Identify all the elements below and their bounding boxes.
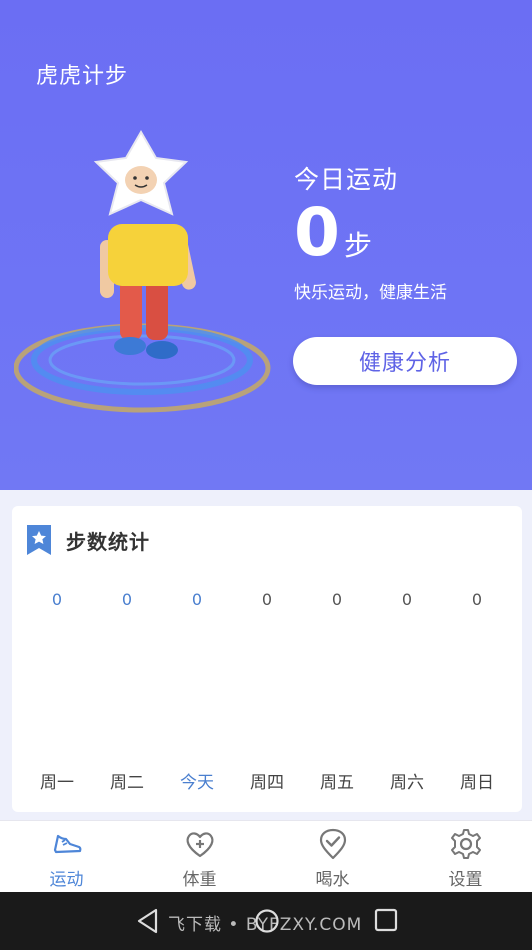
shoe-icon bbox=[53, 834, 81, 854]
day-label-thu: 周四 bbox=[250, 773, 284, 793]
day-label-tue: 周二 bbox=[110, 773, 144, 793]
bottom-tab-bar: 运动 体重 喝水 设置 bbox=[0, 820, 532, 892]
tab-exercise[interactable]: 运动 bbox=[17, 821, 117, 892]
tab-exercise-label: 运动 bbox=[49, 870, 84, 890]
gear-icon bbox=[450, 829, 481, 859]
home-icon[interactable] bbox=[254, 908, 280, 934]
step-value-today: 0 bbox=[191, 590, 203, 609]
slogan-text: 快乐运动，健康生活 bbox=[294, 283, 447, 303]
step-value-sun: 0 bbox=[471, 590, 483, 609]
app-title: 虎虎计步 bbox=[36, 64, 129, 89]
hero-panel: 虎虎计步 今日运动 0 步 快乐运动，健康生活 健康分析 bbox=[0, 0, 532, 490]
tab-weight[interactable]: 体重 bbox=[150, 821, 250, 892]
recent-apps-icon[interactable] bbox=[374, 908, 398, 932]
mascot-illustration bbox=[14, 129, 271, 413]
step-stats-card: 步数统计 0 0 0 0 0 0 0 周一 周二 今天 周四 周五 周六 周日 bbox=[12, 506, 522, 812]
step-value-mon: 0 bbox=[51, 590, 63, 609]
tab-water-label: 喝水 bbox=[315, 870, 350, 890]
system-nav-bar: 飞下载 • BYFZXY.COM bbox=[0, 892, 532, 950]
bookmark-star-icon bbox=[27, 525, 51, 555]
day-labels-row: 周一 周二 今天 周四 周五 周六 周日 bbox=[12, 768, 522, 793]
today-steps: 0 步 bbox=[294, 196, 372, 270]
today-activity-label: 今日运动 bbox=[294, 165, 399, 194]
step-value-thu: 0 bbox=[261, 590, 273, 609]
day-label-today: 今天 bbox=[180, 773, 214, 793]
health-analysis-button[interactable]: 健康分析 bbox=[293, 337, 517, 385]
day-label-sun: 周日 bbox=[460, 773, 494, 793]
step-value-sat: 0 bbox=[401, 590, 413, 609]
day-label-mon: 周一 bbox=[40, 773, 74, 793]
day-label-sat: 周六 bbox=[390, 773, 424, 793]
check-pin-icon bbox=[319, 828, 346, 860]
stats-header: 步数统计 bbox=[26, 524, 150, 556]
steps-unit: 步 bbox=[343, 229, 372, 262]
tab-settings[interactable]: 设置 bbox=[416, 821, 516, 892]
step-value-tue: 0 bbox=[121, 590, 133, 609]
tab-water[interactable]: 喝水 bbox=[283, 821, 383, 892]
tab-settings-label: 设置 bbox=[448, 870, 483, 890]
steps-count: 0 bbox=[294, 194, 340, 271]
step-value-fri: 0 bbox=[331, 590, 343, 609]
heart-plus-icon bbox=[186, 832, 213, 858]
day-label-fri: 周五 bbox=[320, 773, 354, 793]
step-values-row: 0 0 0 0 0 0 0 bbox=[12, 590, 522, 609]
back-icon[interactable] bbox=[136, 908, 160, 934]
tab-weight-label: 体重 bbox=[182, 870, 217, 890]
stats-title: 步数统计 bbox=[66, 529, 150, 554]
